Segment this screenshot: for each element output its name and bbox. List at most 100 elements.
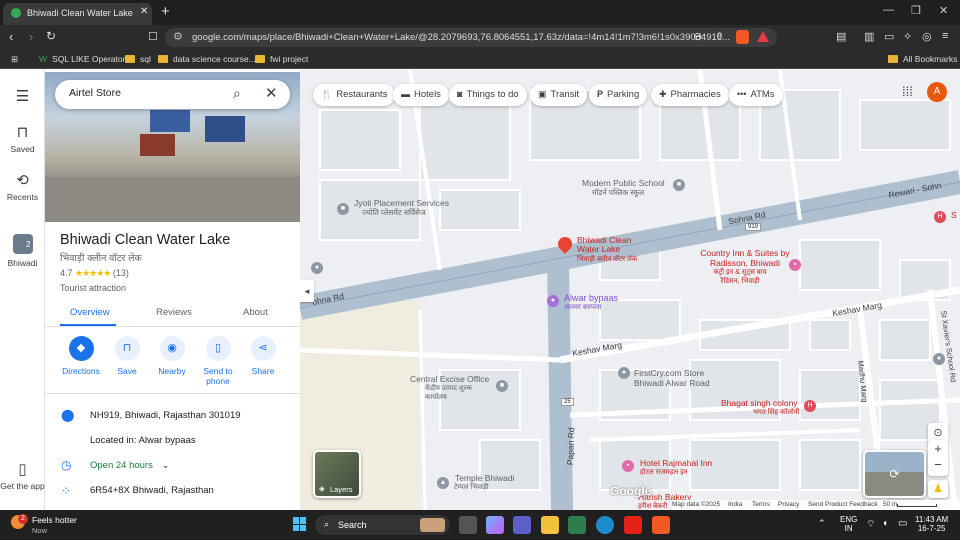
poi-central-excise[interactable]: Central Excise Office <box>410 374 489 384</box>
reader-mode-icon[interactable]: ▤ <box>836 30 846 43</box>
teams-icon[interactable] <box>513 516 531 534</box>
poi-modern-school[interactable]: Modern Public School <box>582 178 665 188</box>
address-text[interactable]: NH919, Bhiwadi, Rajasthan 301019 <box>90 410 241 421</box>
close-window-icon[interactable]: ✕ <box>939 4 948 17</box>
privacy-link[interactable]: Privacy <box>778 501 799 508</box>
feedback-link[interactable]: Send Product Feedback <box>808 501 878 508</box>
review-count[interactable]: (13) <box>113 268 129 278</box>
bookmark-fwi-project[interactable]: fwi project <box>255 54 308 64</box>
map-poi-icon[interactable]: ● <box>933 353 945 365</box>
poi-s[interactable]: S <box>951 210 957 220</box>
scale-label[interactable]: 50 m <box>883 501 897 508</box>
hotel-icon[interactable]: ▪ <box>622 460 634 472</box>
india-link[interactable]: India <box>728 501 742 508</box>
back-icon[interactable]: ‹ <box>9 29 13 44</box>
store-icon[interactable]: ● <box>618 367 630 379</box>
volume-icon[interactable]: ◖ <box>882 518 888 529</box>
menu-icon[interactable]: ≡ <box>942 30 948 42</box>
terms-link[interactable]: Terms <box>752 501 770 508</box>
hospital-icon[interactable]: H <box>934 211 946 223</box>
language-indicator[interactable]: ENG IN <box>840 515 857 533</box>
edge-icon[interactable] <box>596 516 614 534</box>
file-explorer-icon[interactable] <box>541 516 559 534</box>
poi-rajmahal[interactable]: Hotel Rajmahal Inn <box>640 458 712 468</box>
recents-button[interactable]: ⟲ Recents <box>0 171 45 202</box>
brave-shields-icon[interactable] <box>736 30 749 44</box>
map-poi-icon[interactable]: ● <box>311 262 323 274</box>
share-page-icon[interactable]: ⇪ <box>715 30 724 43</box>
poi-jyoti[interactable]: Jyoti Placement Services <box>354 198 449 208</box>
store-app-icon[interactable] <box>568 516 586 534</box>
weather-text[interactable]: Feels hotter <box>32 515 77 525</box>
wallet-icon[interactable]: ▭ <box>884 30 894 43</box>
hotel-icon[interactable]: ▪ <box>789 259 801 271</box>
youtube-icon[interactable] <box>624 516 642 534</box>
poi-country-inn[interactable]: Country Inn & Suites by Radisson, Bhiwad… <box>700 248 790 268</box>
apps-icon[interactable]: ⊞ <box>11 54 18 65</box>
wifi-icon[interactable]: ⌔ <box>866 518 875 531</box>
place-rating[interactable]: 4.7 ★★★★★ (13) <box>60 268 129 279</box>
shopping-icon[interactable]: ● <box>547 295 559 307</box>
collapse-panel-button[interactable]: ◂ <box>300 280 314 302</box>
brave-rewards-icon[interactable] <box>757 31 769 42</box>
search-box[interactable]: ⌕ ✕ <box>55 80 290 109</box>
close-icon[interactable]: ✕ <box>265 84 278 102</box>
address-bar[interactable]: ⚙ google.com/maps/place/Bhiwadi+Clean+Wa… <box>165 28 777 47</box>
poi-lake[interactable]: Bhiwadi Clean Water Lake <box>577 236 637 254</box>
school-icon[interactable]: ■ <box>673 179 685 191</box>
share-button[interactable]: ⋖ Share <box>236 336 290 376</box>
chip-parking[interactable]: P Parking <box>589 84 648 106</box>
close-tab-icon[interactable]: ✕ <box>140 6 148 17</box>
copilot-icon[interactable] <box>486 516 504 534</box>
layers-button[interactable]: ◈ Layers <box>313 450 361 498</box>
office-icon[interactable]: ■ <box>337 203 349 215</box>
saved-button[interactable]: ⊓ Saved <box>0 123 45 154</box>
bookmark-sql[interactable]: sql <box>125 54 151 64</box>
browser-tab[interactable]: Bhiwadi Clean Water Lake - Goo ✕ <box>3 3 152 25</box>
tab-overview[interactable]: Overview <box>70 307 110 318</box>
tab-reviews[interactable]: Reviews <box>156 307 192 318</box>
bookmark-data-science[interactable]: data science course... <box>158 54 256 64</box>
chip-restaurants[interactable]: 🍴 Restaurants <box>313 84 396 106</box>
poi-firstcry[interactable]: FirstCry.com Store Bhiwadi Alwar Road <box>634 368 724 388</box>
clock[interactable]: 11:43 AM 16-7-25 <box>915 515 948 533</box>
temple-icon[interactable]: ▲ <box>437 477 449 489</box>
bookmark-sql-like[interactable]: W SQL LIKE Operator <box>39 54 125 64</box>
tab-about[interactable]: About <box>243 307 268 318</box>
google-apps-icon[interactable]: ⁞⁞⁞ <box>902 84 913 99</box>
located-in-text[interactable]: Located in: Alwar bypaas <box>90 435 196 446</box>
chip-atms[interactable]: ••• ATMs <box>729 84 783 106</box>
search-icon[interactable]: ⌕ <box>233 85 241 102</box>
zoom-in-icon[interactable]: + <box>928 440 948 458</box>
search-input[interactable] <box>69 87 229 99</box>
sidebar-icon[interactable]: ▥ <box>864 30 874 43</box>
chip-hotels[interactable]: ▬ Hotels <box>393 84 449 106</box>
place-type[interactable]: Tourist attraction <box>60 283 126 293</box>
zoom-out-icon[interactable]: − <box>928 458 948 476</box>
minimize-icon[interactable]: — <box>883 4 894 16</box>
reload-icon[interactable]: ↻ <box>46 29 56 43</box>
brave-icon[interactable] <box>652 516 670 534</box>
chip-pharmacies[interactable]: ✚ Pharmacies <box>651 84 729 106</box>
chip-transit[interactable]: ▣ Transit <box>530 84 588 106</box>
poi-bhagat-singh[interactable]: Bhagat singh colony <box>721 398 798 408</box>
site-info-icon[interactable]: ⚙ <box>173 30 183 43</box>
chip-things-to-do[interactable]: ◙ Things to do <box>449 84 527 106</box>
hours-text[interactable]: Open 24 hours ⌄ <box>90 460 169 471</box>
hospital-icon[interactable]: H <box>804 400 816 412</box>
vpn-icon[interactable]: ◎ <box>922 30 932 43</box>
menu-button[interactable]: ☰ <box>0 87 45 108</box>
map-canvas[interactable]: ■ Modern Public School मॉडर्न पब्लिक स्क… <box>300 70 960 510</box>
bookmark-page-icon[interactable]: ☐ <box>148 30 158 43</box>
restore-icon[interactable]: ❐ <box>911 4 921 17</box>
forward-icon[interactable]: › <box>29 29 33 44</box>
zoom-icon[interactable]: ⊖ <box>693 30 702 43</box>
leo-ai-icon[interactable]: ✧ <box>903 30 912 43</box>
all-bookmarks[interactable]: All Bookmarks <box>888 54 957 64</box>
taskbar-search[interactable]: ⌕ Search <box>315 515 450 535</box>
poi-temple[interactable]: Temple Bhiwadi <box>455 473 515 483</box>
task-view-icon[interactable] <box>459 516 477 534</box>
battery-icon[interactable]: ▭ <box>898 518 907 529</box>
new-tab-icon[interactable]: + <box>161 3 170 20</box>
get-app-button[interactable]: ▯ Get the app <box>0 460 45 491</box>
